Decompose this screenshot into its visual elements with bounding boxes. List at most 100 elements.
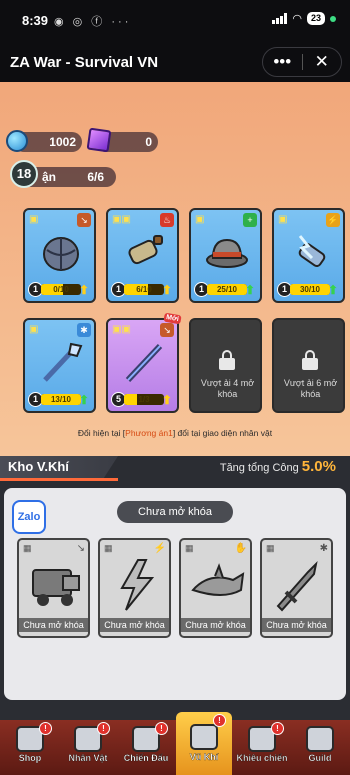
miniapp-controls: ••• ✕ — [262, 47, 342, 77]
item-progress-bar: 6/10 — [124, 284, 164, 295]
upgrade-arrow-icon[interactable]: ⬆ — [160, 283, 174, 297]
nav-guild[interactable]: Guild — [292, 720, 348, 775]
rarity-icon: ▦ — [23, 543, 32, 553]
nav-weapons[interactable]: ! Vũ Khí — [176, 712, 232, 775]
slot-type-icon: ✋ — [234, 543, 247, 554]
app-header: ZA War - Survival VN ••• ✕ — [0, 44, 350, 82]
equip-card-staff[interactable]: ▣▣ ↘ Mới 5 1/3 ⬆ — [106, 312, 182, 413]
app-title: ZA War - Survival VN — [10, 54, 159, 71]
more-button[interactable]: ••• — [263, 48, 302, 76]
nav-character[interactable]: ! Nhân Vật — [60, 720, 116, 775]
spear-icon — [43, 342, 83, 382]
gem-icon — [86, 127, 112, 153]
upgrade-arrow-icon[interactable]: ⬆ — [77, 393, 91, 407]
shark-icon — [191, 563, 245, 596]
lightning-icon — [120, 559, 155, 611]
close-button[interactable]: ✕ — [303, 48, 342, 76]
rarity-icon: ▣ — [195, 214, 205, 225]
equip-card-hat[interactable]: ▣ + 1 25/10 ⬆ — [189, 208, 262, 303]
item-progress-bar: 0/10 — [41, 284, 81, 295]
ball-helmet-icon — [43, 237, 79, 271]
slot-type-icon: ♨ — [160, 213, 174, 227]
player-level-badge[interactable]: 18 — [10, 160, 38, 188]
slot-type-icon: + — [243, 213, 257, 227]
alert-badge: ! — [39, 722, 52, 735]
status-bar: 8:39 ◉ ◎ ⓕ ··· ◠ 23 — [0, 0, 350, 44]
nav-label: Shop — [18, 753, 42, 763]
bottom-nav: ! Shop ! Nhân Vật ! Chiến Đấu ! Vũ Khí !… — [0, 712, 350, 775]
lock-icon — [219, 350, 235, 370]
signal-icon — [272, 13, 288, 24]
weapons-icon — [190, 724, 218, 750]
nav-battle[interactable]: ! Chiến Đấu — [118, 720, 174, 775]
attack-boost-value: 5.0% — [301, 458, 336, 475]
nav-shop[interactable]: ! Shop — [2, 720, 58, 775]
item-progress-bar: 25/10 — [207, 284, 247, 295]
nav-label: Chiến Đấu — [123, 753, 169, 763]
alert-badge: ! — [155, 722, 168, 735]
armory-item-label: Chưa mở khóa — [100, 618, 169, 632]
hat-icon — [206, 238, 248, 268]
item-progress-bar: 1/3 — [124, 394, 164, 405]
upgrade-arrow-icon[interactable]: ⬆ — [160, 393, 174, 407]
armory-item-lightning[interactable]: ▦ ⚡ Chưa mở khóa — [98, 538, 171, 638]
upgrade-arrow-icon[interactable]: ⬆ — [326, 283, 340, 297]
locked-slot-label: Vượt ải 6 mở khóa — [283, 378, 338, 399]
locked-slot-label: Vượt ải 4 mở khóa — [200, 378, 255, 399]
alert-badge: ! — [97, 722, 110, 735]
armory-item-sword[interactable]: ▦ ✱ Chưa mở khóa — [260, 538, 333, 638]
nav-label: Vũ Khí — [189, 752, 219, 762]
item-progress-bar: 13/10 — [41, 394, 81, 405]
sword-icon — [276, 560, 318, 612]
staff-icon — [125, 343, 163, 383]
armory-item-truck[interactable]: ▦ ↘ Chưa mở khóa — [17, 538, 90, 638]
armory-tab-underline — [0, 478, 118, 481]
zalo-icon[interactable]: Zalo — [12, 500, 46, 534]
alert-badge: ! — [271, 722, 284, 735]
gold-coin-icon — [6, 130, 28, 152]
status-right: ◠ 23 — [272, 12, 336, 25]
armory-item-shark[interactable]: ▦ ✋ Chưa mở khóa — [179, 538, 252, 638]
status-time: 8:39 — [22, 13, 49, 28]
battery-icon: 23 — [306, 12, 325, 25]
locked-slot-2[interactable]: Vượt ải 6 mở khóa — [272, 318, 345, 413]
slot-type-icon: ↘ — [160, 323, 174, 337]
nav-label: Khiêu chiến — [236, 753, 288, 763]
rarity-icon: ▣ — [278, 214, 288, 225]
lock-icon — [302, 350, 318, 370]
notification-icons: ◉ ◎ ⓕ ··· — [54, 16, 132, 28]
equip-card-bottle[interactable]: ▣▣ ♨ 1 6/10 ⬆ — [106, 208, 179, 303]
upgrade-arrow-icon[interactable]: ⬆ — [77, 283, 91, 297]
item-progress-bar: 30/10 — [290, 284, 330, 295]
slot-type-icon: ⚡ — [326, 213, 340, 227]
locked-status-label: Chưa mở khóa — [117, 501, 233, 523]
slot-value: 6/6 — [87, 170, 104, 184]
locked-slot-1[interactable]: Vượt ải 4 mở khóa — [189, 318, 262, 413]
equip-card-ball[interactable]: ▣ ↘ 1 0/10 ⬆ — [23, 208, 96, 303]
loadout-hint: Đổi hiện tại [Phương án1] đổi tại giao d… — [77, 428, 273, 438]
rarity-icon: ▣▣ — [112, 324, 131, 335]
armory-item-label: Chưa mở khóa — [262, 618, 331, 632]
equip-card-glove[interactable]: ▣ ⚡ 1 30/10 ⬆ — [272, 208, 345, 303]
privacy-dot-icon — [330, 15, 336, 22]
nav-label: Nhân Vật — [68, 753, 108, 763]
upgrade-arrow-icon[interactable]: ⬆ — [243, 283, 257, 297]
rarity-icon: ▣ — [29, 214, 39, 225]
attack-boost: Tăng tổng Công 5.0% — [219, 458, 336, 475]
rarity-icon: ▦ — [266, 543, 275, 553]
guild-shield-icon — [306, 726, 334, 752]
nav-challenge[interactable]: ! Khiêu chiến — [234, 720, 290, 775]
alert-badge: ! — [213, 714, 226, 727]
rarity-icon: ▦ — [104, 543, 113, 553]
armory-tab[interactable]: Kho V.Khí — [0, 456, 118, 478]
wifi-icon: ◠ — [292, 13, 302, 25]
slot-type-icon: ⚡ — [153, 543, 166, 554]
truck-icon — [32, 569, 80, 606]
rarity-icon: ▦ — [185, 543, 194, 553]
rarity-icon: ▣ — [29, 324, 39, 335]
rarity-icon: ▣▣ — [112, 214, 131, 225]
armory-item-label: Chưa mở khóa — [181, 618, 250, 632]
slot-label: ận — [42, 170, 57, 184]
slot-type-icon: ↘ — [76, 543, 85, 554]
equip-card-spear[interactable]: ▣ ✱ 1 13/10 ⬆ — [23, 318, 96, 413]
